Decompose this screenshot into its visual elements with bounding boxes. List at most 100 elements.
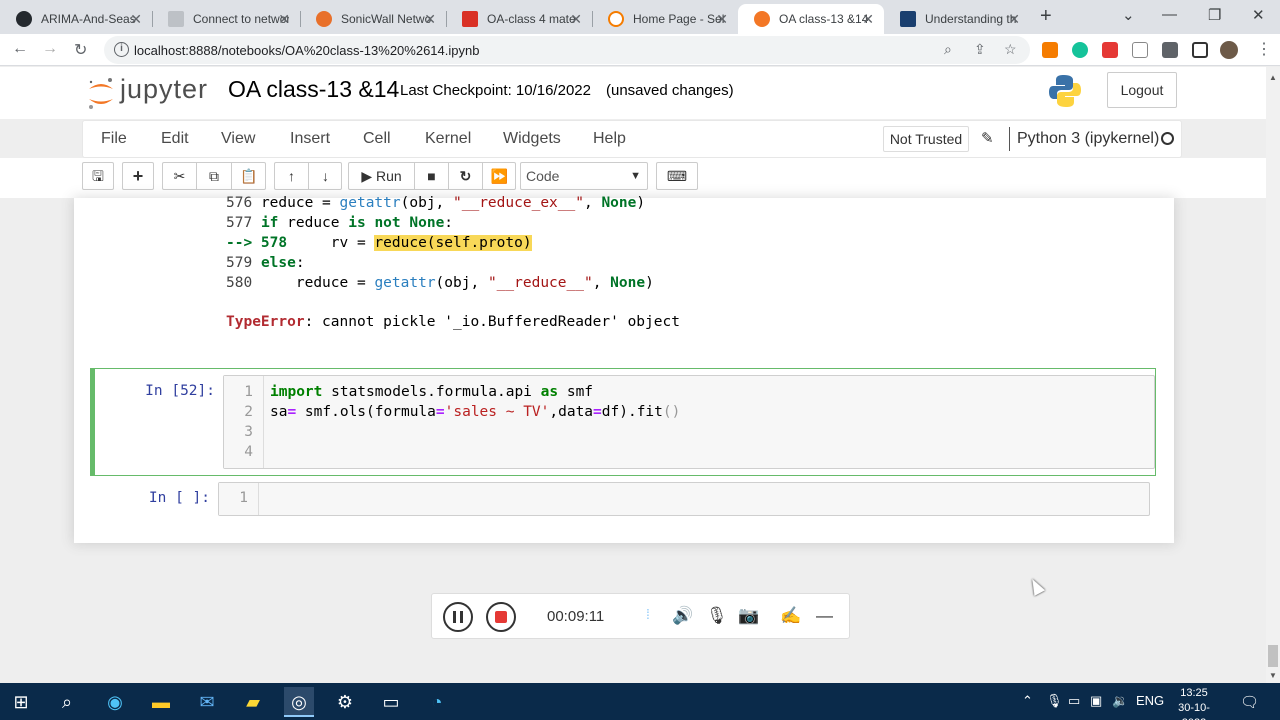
edit-pencil-icon[interactable]: ✎ — [981, 129, 994, 147]
search-icon[interactable]: ⌕ — [52, 687, 82, 717]
close-tab-icon[interactable]: ✕ — [1008, 11, 1020, 28]
code-cell-selected[interactable]: In [52]: 1 2 3 4 import statsmodels.form… — [90, 368, 1156, 476]
tray-overflow-icon[interactable]: ⌃ — [1022, 693, 1033, 709]
menu-view[interactable]: View — [221, 130, 255, 148]
pause-button[interactable] — [443, 602, 473, 632]
url-text[interactable]: localhost:8888/notebooks/OA%20class-13%2… — [134, 43, 479, 58]
site-info-icon[interactable]: i — [114, 42, 129, 57]
notebook-title[interactable]: OA class-13 &14 — [228, 76, 399, 103]
share-icon[interactable]: ⇪ — [974, 41, 986, 58]
zoom-icon[interactable]: ⌕ — [944, 41, 952, 58]
tray-volume-icon[interactable]: 🔉 — [1112, 693, 1128, 709]
chrome-icon[interactable]: ◎ — [284, 687, 314, 717]
tab-search-icon[interactable]: ⌄ — [1122, 6, 1135, 24]
tray-battery-icon[interactable]: ▭ — [1068, 693, 1080, 709]
mail-icon[interactable]: ✉ — [192, 687, 222, 717]
interrupt-stop-icon[interactable]: ■ — [415, 163, 449, 189]
sticky-notes-icon[interactable]: ▰ — [238, 687, 268, 717]
window-close-icon[interactable]: ✕ — [1252, 6, 1265, 24]
profile-avatar[interactable] — [1220, 41, 1238, 59]
code-line-1[interactable]: import statsmodels.formula.api as smf — [270, 384, 593, 400]
windows-start-icon[interactable]: ⊞ — [6, 687, 36, 717]
menu-help[interactable]: Help — [593, 130, 626, 148]
command-palette-keyboard-icon[interactable]: ⌨ — [656, 162, 698, 190]
move-down-icon[interactable]: ↓ — [309, 163, 342, 189]
menu-cell[interactable]: Cell — [363, 130, 391, 148]
menu-kernel[interactable]: Kernel — [425, 130, 471, 148]
not-trusted-button[interactable]: Not Trusted — [883, 126, 969, 152]
code-editor[interactable]: 1 2 3 4 import statsmodels.formula.api a… — [223, 375, 1155, 469]
logout-button[interactable]: Logout — [1107, 72, 1177, 108]
copy-icon[interactable]: ⧉ — [197, 163, 232, 189]
input-language[interactable]: ENG — [1136, 693, 1164, 708]
extensions-puzzle-icon[interactable] — [1162, 42, 1178, 58]
close-tab-icon[interactable]: ✕ — [424, 11, 436, 28]
close-tab-icon[interactable]: ✕ — [130, 11, 142, 28]
close-tab-icon[interactable]: ✕ — [278, 11, 290, 28]
file-explorer-icon[interactable]: ▬ — [146, 687, 176, 717]
maximize-icon[interactable]: ❐ — [1208, 6, 1221, 24]
microphone-off-icon[interactable]: 🎙 — [706, 606, 728, 626]
scroll-down-icon[interactable]: ▼ — [1269, 671, 1277, 680]
code-keyword: None — [610, 275, 646, 291]
edge-browser-icon[interactable]: ◉ — [100, 687, 130, 717]
cell-type-select[interactable]: Code ▼ — [520, 162, 648, 190]
menu-edit[interactable]: Edit — [161, 130, 189, 148]
tray-network-icon[interactable]: ▣ — [1090, 693, 1102, 709]
code-line-2[interactable]: sa= smf.ols(formula='sales ~ TV',data=df… — [270, 404, 680, 420]
paste-icon[interactable]: 📋 — [232, 163, 266, 189]
settings-gear-icon[interactable]: ⚙ — [330, 687, 360, 717]
menu-file[interactable]: File — [101, 130, 127, 148]
sc-extension-icon[interactable] — [1042, 42, 1058, 58]
draw-pen-icon[interactable]: ✍ — [780, 606, 801, 626]
terminal-icon[interactable]: ▭ — [376, 687, 406, 717]
video-extension-icon[interactable] — [1102, 42, 1118, 58]
cut-icon[interactable]: ✂ — [163, 163, 197, 189]
webcam-off-icon[interactable]: 📷 — [738, 606, 759, 626]
recorder-app-icon[interactable]: ◔ — [422, 687, 452, 717]
browser-tab-arima[interactable]: ARIMA-And-Seas ✕ — [0, 4, 152, 34]
minimize-recorder-icon[interactable]: — — [816, 606, 833, 626]
system-clock[interactable]: 13:25 30-10-2022 — [1166, 686, 1222, 720]
address-bar[interactable]: i localhost:8888/notebooks/OA%20class-13… — [104, 36, 1030, 64]
browser-tab-home[interactable]: Home Page - Sel ✕ — [592, 4, 738, 34]
minimize-icon[interactable]: — — [1162, 6, 1177, 23]
menu-widgets[interactable]: Widgets — [503, 130, 561, 148]
close-tab-icon[interactable]: ✕ — [716, 11, 728, 28]
save-icon[interactable]: 🖫 — [82, 162, 114, 190]
scroll-up-icon[interactable]: ▲ — [1269, 73, 1277, 82]
code-editor[interactable]: 1 — [218, 482, 1150, 516]
pen-extension-icon[interactable] — [1132, 42, 1148, 58]
page-scrollbar[interactable]: ▲ ▼ — [1266, 67, 1280, 683]
menu-insert[interactable]: Insert — [290, 130, 330, 148]
browser-menu-icon[interactable]: ⋮ — [1256, 39, 1272, 59]
stop-recording-button[interactable] — [486, 602, 516, 632]
forward-icon[interactable]: → — [42, 40, 58, 58]
move-up-icon[interactable]: ↑ — [275, 163, 309, 189]
code-cell-empty[interactable]: In [ ]: 1 — [90, 478, 1156, 528]
speaker-icon[interactable]: 🔊 — [672, 606, 693, 626]
close-tab-icon[interactable]: ✕ — [862, 11, 874, 28]
insert-cell-below-icon[interactable]: + — [122, 162, 154, 190]
jupyter-wordmark[interactable]: jupyter — [120, 74, 208, 105]
grammarly-icon[interactable] — [1072, 42, 1088, 58]
reload-icon[interactable]: ↻ — [74, 40, 87, 60]
bookmark-star-icon[interactable]: ☆ — [1004, 41, 1017, 58]
back-icon[interactable]: ← — [12, 40, 28, 58]
side-panel-icon[interactable] — [1192, 42, 1208, 58]
browser-tab-tds[interactable]: Understanding th ✕ — [884, 4, 1030, 34]
scrollbar-thumb[interactable] — [1268, 645, 1278, 667]
browser-tab-gmail[interactable]: OA-class 4 mate ✕ — [446, 4, 592, 34]
kernel-name[interactable]: Python 3 (ipykernel) — [1017, 130, 1159, 148]
tray-microphone-icon[interactable]: 🎙 — [1046, 693, 1063, 709]
notifications-icon[interactable]: 🗨 — [1240, 693, 1259, 711]
browser-tab-sonicwall[interactable]: SonicWall Netwo ✕ — [300, 4, 446, 34]
browser-tab-connect[interactable]: Connect to network ✕ — [152, 4, 300, 34]
restart-kernel-icon[interactable]: ↻ — [449, 163, 483, 189]
restart-run-all-icon[interactable]: ⏩ — [483, 163, 516, 189]
jupyter-logo-icon[interactable] — [86, 75, 116, 111]
browser-tab-jupyter[interactable]: OA class-13 &14 ✕ — [738, 4, 884, 34]
new-tab-icon[interactable]: + — [1040, 5, 1052, 28]
run-button[interactable]: ▶ Run — [349, 163, 415, 189]
close-tab-icon[interactable]: ✕ — [570, 11, 582, 28]
